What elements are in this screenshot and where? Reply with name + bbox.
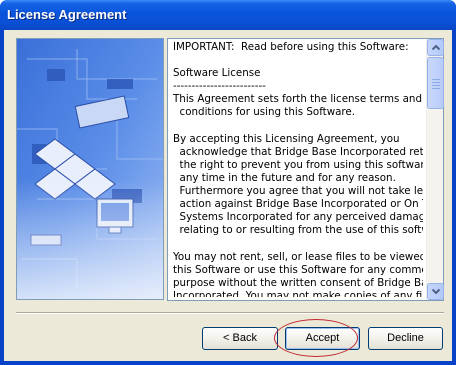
back-button[interactable]: < Back: [202, 327, 278, 350]
circuit-board-illustration-icon: [17, 39, 163, 299]
license-text-line: conditions for using this Software.: [173, 106, 356, 119]
vertical-scrollbar[interactable]: [426, 39, 444, 300]
title-bar[interactable]: License Agreement: [0, 0, 456, 30]
license-text-line: This Agreement sets forth the license te…: [173, 93, 422, 106]
chevron-up-icon: [432, 44, 440, 51]
license-text: IMPORTANT: Read before using this Softwa…: [173, 41, 423, 297]
decline-button[interactable]: Decline: [368, 327, 443, 350]
license-text-line: -------------------------: [173, 80, 266, 93]
license-text-line: Systems Incorporated for any perceived d…: [173, 211, 423, 224]
license-text-line: By accepting this Licensing Agreement, y…: [173, 132, 400, 145]
license-dialog-window: License Agreement IMPORTANT: Read before…: [0, 0, 456, 365]
license-text-line: [173, 120, 423, 133]
license-text-line: purpose without the written consent of B…: [173, 276, 423, 289]
scroll-thumb[interactable]: [427, 57, 444, 109]
dialog-body: IMPORTANT: Read before using this Softwa…: [4, 30, 452, 361]
license-text-area[interactable]: IMPORTANT: Read before using this Softwa…: [167, 38, 444, 301]
license-text-line: Software License: [173, 67, 261, 80]
license-text-line: [173, 237, 423, 250]
license-text-line: acknowledge that Bridge Base Incorporate…: [173, 145, 423, 158]
license-text-line: relating to or resulting from the use of…: [173, 224, 423, 237]
license-text-line: You may not rent, sell, or lease files t…: [173, 250, 423, 263]
scroll-up-button[interactable]: [427, 39, 444, 56]
chevron-down-icon: [432, 288, 440, 295]
license-text-line: the right to prevent you from using this…: [173, 158, 423, 171]
separator-line: [16, 312, 444, 314]
scroll-down-button[interactable]: [427, 283, 444, 300]
license-text-line: Incorporated. You may not make copies of…: [173, 289, 423, 297]
window-title: License Agreement: [7, 7, 127, 22]
accept-highlight-annotation: [274, 319, 358, 357]
license-text-line: this Software or use this Software for a…: [173, 263, 423, 276]
license-text-line: Furthermore you agree that you will not …: [173, 185, 423, 198]
license-text-line: [173, 54, 423, 67]
license-text-line: action against Bridge Base Incorporated …: [173, 198, 423, 211]
license-text-line: IMPORTANT: Read before using this Softwa…: [173, 41, 409, 53]
decorative-graphic-panel: [16, 38, 164, 300]
license-text-line: any time in the future and for any reaso…: [173, 171, 396, 184]
